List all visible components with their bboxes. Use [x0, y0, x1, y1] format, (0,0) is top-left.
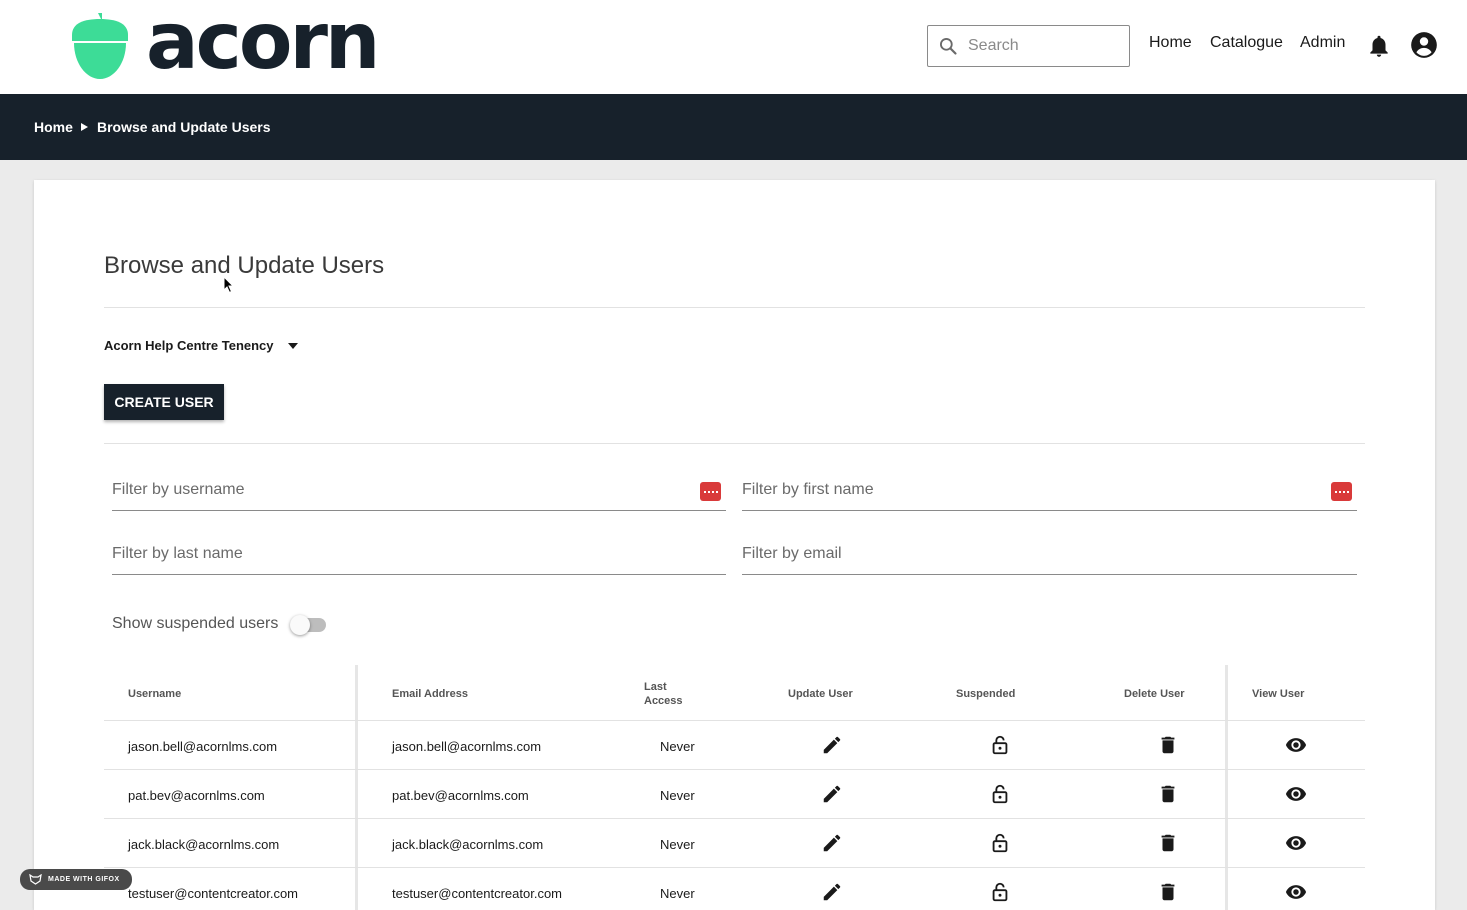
- acorn-icon: [72, 13, 128, 79]
- table-row: jason.bell@acornlms.com jason.bell@acornl…: [104, 721, 1365, 770]
- unlock-icon[interactable]: [989, 783, 1011, 805]
- acorn-logo[interactable]: acorn: [68, 3, 380, 84]
- search-box[interactable]: [927, 25, 1130, 67]
- delete-trash-icon[interactable]: [1157, 832, 1179, 854]
- delete-trash-icon[interactable]: [1157, 783, 1179, 805]
- gifox-fox-icon: [29, 874, 42, 885]
- edit-pencil-icon[interactable]: [821, 734, 843, 756]
- header-delete-user: Delete User: [1124, 688, 1185, 700]
- mouse-cursor-icon: [223, 276, 235, 294]
- filter-email-field[interactable]: [742, 537, 1357, 575]
- users-table: Username Email Address Last Access Updat…: [104, 665, 1365, 910]
- caret-down-icon: [287, 342, 298, 349]
- cell-username: jack.black@acornlms.com: [128, 837, 280, 852]
- filter-first-name-field[interactable]: [742, 473, 1357, 511]
- cell-email: jack.black@acornlms.com: [392, 837, 544, 852]
- page-title: Browse and Update Users: [104, 252, 385, 279]
- nav-admin-link[interactable]: Admin: [1300, 34, 1345, 52]
- table-row: pat.bev@acornlms.com pat.bev@acornlms.com…: [104, 770, 1365, 819]
- header-email[interactable]: Email Address: [392, 687, 468, 701]
- header-username[interactable]: Username: [128, 687, 181, 701]
- header-last-access-line2: Access: [644, 695, 683, 707]
- filter-last-name-field[interactable]: [112, 537, 726, 575]
- view-eye-icon[interactable]: [1285, 832, 1307, 854]
- nav-catalogue-link[interactable]: Catalogue: [1210, 34, 1283, 52]
- unlock-icon[interactable]: [989, 832, 1011, 854]
- cell-username: testuser@contentcreator.com: [128, 886, 298, 901]
- tenancy-label: Acorn Help Centre Tenency: [104, 338, 274, 353]
- header-update-user: Update User: [788, 688, 853, 700]
- delete-trash-icon[interactable]: [1157, 734, 1179, 756]
- logo-wordmark: acorn: [146, 0, 380, 87]
- divider: [104, 443, 1365, 444]
- edit-pencil-icon[interactable]: [821, 783, 843, 805]
- password-manager-icon[interactable]: [700, 482, 721, 501]
- table-row: testuser@contentcreator.com testuser@cont…: [104, 868, 1365, 910]
- delete-trash-icon[interactable]: [1157, 881, 1179, 903]
- table-row: jack.black@acornlms.com jack.black@acornl…: [104, 819, 1365, 868]
- edit-pencil-icon[interactable]: [821, 881, 843, 903]
- cell-email: jason.bell@acornlms.com: [392, 739, 542, 754]
- header-suspended: Suspended: [956, 688, 1016, 700]
- account-circle-icon[interactable]: [1410, 31, 1438, 59]
- header-last-access-line1: Last: [644, 681, 667, 693]
- bell-icon[interactable]: [1366, 32, 1392, 60]
- tenancy-dropdown[interactable]: Acorn Help Centre Tenency: [104, 338, 298, 353]
- show-suspended-label: Show suspended users: [112, 615, 279, 632]
- cell-last-access: Never: [660, 739, 695, 754]
- cell-email: pat.bev@acornlms.com: [392, 788, 529, 803]
- view-eye-icon[interactable]: [1285, 734, 1307, 756]
- header-view-user: View User: [1252, 688, 1305, 700]
- toggle-knob[interactable]: [290, 615, 310, 635]
- filter-first-name-input[interactable]: [742, 475, 1302, 505]
- filter-username-input[interactable]: [112, 475, 672, 505]
- view-eye-icon[interactable]: [1285, 783, 1307, 805]
- watermark-text: MADE WITH GIFOX: [48, 876, 120, 883]
- edit-pencil-icon[interactable]: [821, 832, 843, 854]
- view-eye-icon[interactable]: [1285, 881, 1307, 903]
- table-header: Username Email Address Last Access Updat…: [104, 665, 1365, 721]
- cell-last-access: Never: [660, 837, 695, 852]
- cell-email: testuser@contentcreator.com: [392, 886, 562, 901]
- users-card: Browse and Update Users Acorn Help Centr…: [34, 180, 1435, 910]
- search-icon: [940, 38, 957, 55]
- top-header: acorn Home Catalogue Admin: [0, 0, 1467, 94]
- filter-last-name-input[interactable]: [112, 539, 672, 569]
- cell-last-access: Never: [660, 788, 695, 803]
- breadcrumb-current: Browse and Update Users: [97, 119, 271, 135]
- table-body: jason.bell@acornlms.com jason.bell@acornl…: [104, 721, 1365, 910]
- unlock-icon[interactable]: [989, 881, 1011, 903]
- filter-email-input[interactable]: [742, 539, 1302, 569]
- nav-home-link[interactable]: Home: [1149, 34, 1192, 52]
- divider: [104, 307, 1365, 308]
- cell-last-access: Never: [660, 886, 695, 901]
- breadcrumb-arrow-icon: [81, 123, 88, 131]
- filter-username-field[interactable]: [112, 473, 726, 511]
- search-input[interactable]: [968, 37, 1118, 55]
- cell-username: pat.bev@acornlms.com: [128, 788, 265, 803]
- password-manager-icon[interactable]: [1331, 482, 1352, 501]
- header-last-access[interactable]: Last Access: [644, 680, 683, 708]
- breadcrumb-home-link[interactable]: Home: [34, 119, 73, 135]
- create-user-button[interactable]: CREATE USER: [104, 384, 224, 420]
- breadcrumb: Home Browse and Update Users: [0, 94, 1467, 160]
- gifox-watermark: MADE WITH GIFOX: [20, 869, 132, 890]
- cell-username: jason.bell@acornlms.com: [128, 739, 278, 754]
- unlock-icon[interactable]: [989, 734, 1011, 756]
- show-suspended-toggle[interactable]: [290, 615, 326, 635]
